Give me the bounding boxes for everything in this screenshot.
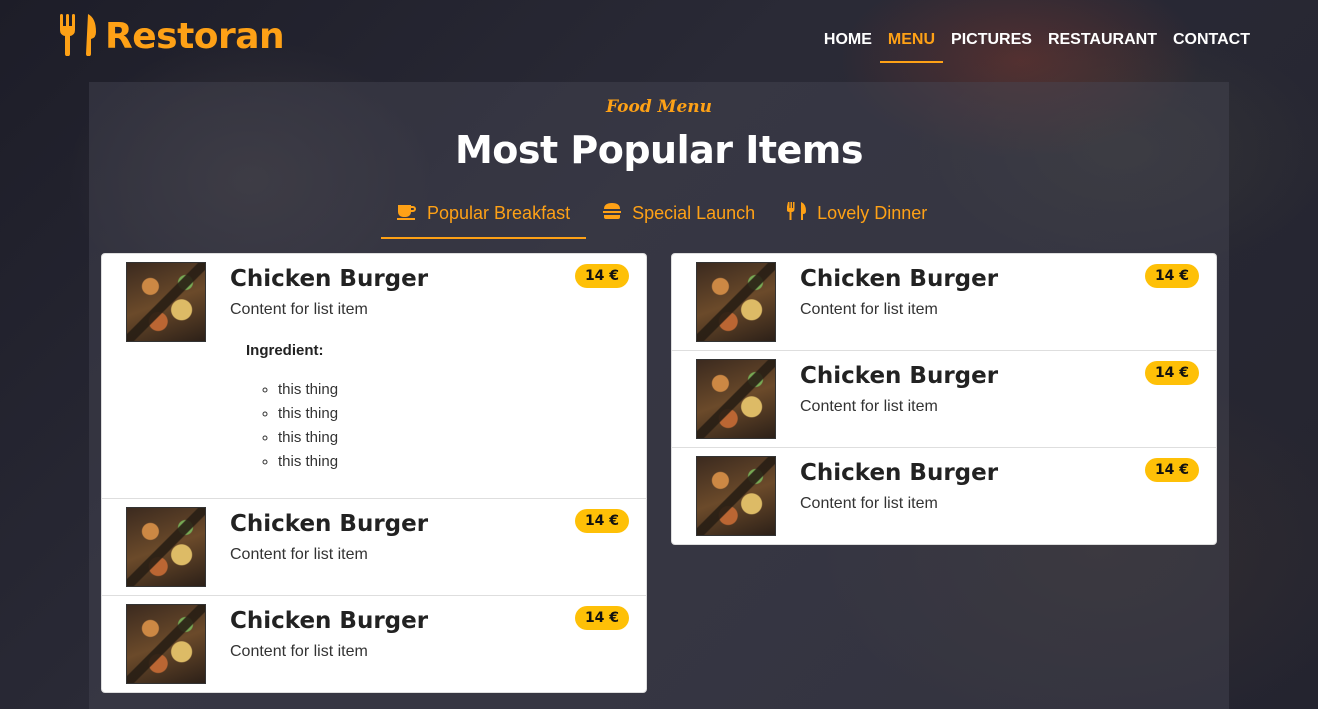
ingredient-item: this thing xyxy=(278,426,338,450)
section-subtitle: Food Menu xyxy=(606,97,712,117)
tab-label: Special Launch xyxy=(632,203,756,223)
ingredient-list: this thing this thing this thing this th… xyxy=(278,378,338,474)
price-badge: 14 € xyxy=(575,606,629,630)
item-description: Content for list item xyxy=(800,495,938,512)
ingredient-label: Ingredient: xyxy=(246,342,324,359)
tab-popular-breakfast[interactable]: Popular Breakfast xyxy=(381,194,587,239)
food-image xyxy=(696,262,776,342)
item-name: Chicken Burger xyxy=(230,608,429,634)
price-badge: 14 € xyxy=(575,509,629,533)
item-description: Content for list item xyxy=(230,643,368,660)
section-title: Most Popular Items xyxy=(454,128,864,172)
main-nav: HOME MENU PICTURES RESTAURANT CONTACT xyxy=(816,28,1258,63)
menu-item[interactable]: Chicken Burger Content for list item 14 … xyxy=(672,448,1216,544)
food-image xyxy=(126,604,206,684)
coffee-icon xyxy=(397,202,427,225)
item-name: Chicken Burger xyxy=(230,511,429,537)
price-badge: 14 € xyxy=(575,264,629,288)
menu-item[interactable]: Chicken Burger Content for list item 14 … xyxy=(672,254,1216,351)
price-badge: 14 € xyxy=(1145,264,1199,288)
menu-item[interactable]: Chicken Burger Content for list item 14 … xyxy=(102,596,646,692)
menu-card-left: Chicken Burger Content for list item 14 … xyxy=(101,253,647,693)
ingredient-item: this thing xyxy=(278,450,338,474)
item-description: Content for list item xyxy=(230,301,368,318)
utensils-icon xyxy=(786,202,817,225)
price-badge: 14 € xyxy=(1145,458,1199,482)
item-name: Chicken Burger xyxy=(800,266,999,292)
nav-restaurant[interactable]: RESTAURANT xyxy=(1040,28,1165,63)
ingredient-item: this thing xyxy=(278,402,338,426)
nav-pictures[interactable]: PICTURES xyxy=(943,28,1040,63)
menu-item[interactable]: Chicken Burger Content for list item 14 … xyxy=(102,254,646,499)
item-description: Content for list item xyxy=(230,546,368,563)
nav-contact[interactable]: CONTACT xyxy=(1165,28,1258,63)
tab-label: Lovely Dinner xyxy=(817,203,928,223)
item-description: Content for list item xyxy=(800,398,938,415)
item-name: Chicken Burger xyxy=(800,460,999,486)
ingredient-item: this thing xyxy=(278,378,338,402)
food-image xyxy=(696,456,776,536)
menu-card-right: Chicken Burger Content for list item 14 … xyxy=(671,253,1217,545)
item-name: Chicken Burger xyxy=(800,363,999,389)
tab-label: Popular Breakfast xyxy=(427,203,571,223)
item-name: Chicken Burger xyxy=(230,266,429,292)
food-image xyxy=(126,507,206,587)
food-image xyxy=(126,262,206,342)
price-badge: 14 € xyxy=(1145,361,1199,385)
menu-item[interactable]: Chicken Burger Content for list item 14 … xyxy=(102,499,646,596)
menu-tabs: Popular Breakfast Special Launch Lovely … xyxy=(381,194,943,239)
brand-name: Restoran xyxy=(105,15,285,57)
brand-logo[interactable]: Restoran xyxy=(58,12,285,60)
nav-home[interactable]: HOME xyxy=(816,28,880,63)
menu-item[interactable]: Chicken Burger Content for list item 14 … xyxy=(672,351,1216,448)
hamburger-icon xyxy=(602,202,632,225)
food-image xyxy=(696,359,776,439)
tab-lovely-dinner[interactable]: Lovely Dinner xyxy=(771,194,943,239)
utensils-icon xyxy=(58,12,98,60)
tab-special-launch[interactable]: Special Launch xyxy=(586,194,771,239)
nav-menu[interactable]: MENU xyxy=(879,28,944,63)
item-description: Content for list item xyxy=(800,301,938,318)
